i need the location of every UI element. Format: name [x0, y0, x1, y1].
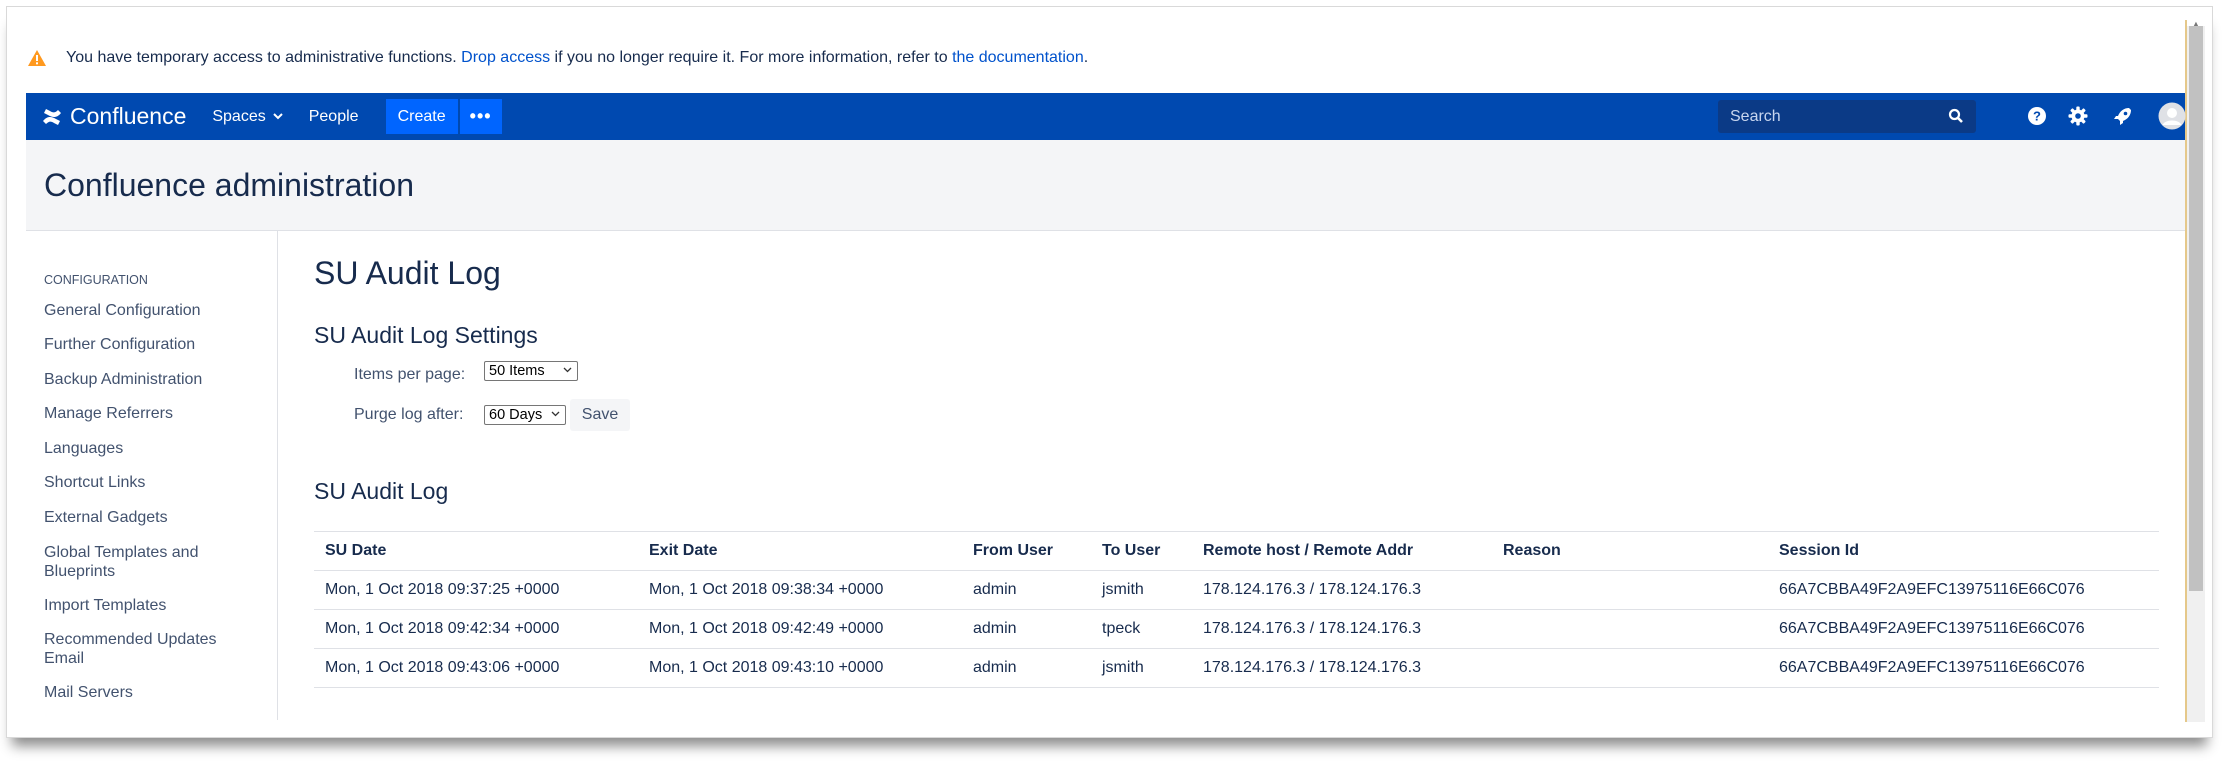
session-id-cell: 66A7CBBA49F2A9EFC13975116E66C076: [1779, 659, 2085, 676]
purge-log-select[interactable]: 60 Days: [484, 405, 566, 425]
sidebar-item-manage-referrers[interactable]: Manage Referrers: [44, 404, 264, 423]
from-user-cell: admin: [973, 620, 1017, 637]
table-row: Mon, 1 Oct 2018 09:43:06 +0000 Mon, 1 Oc…: [314, 649, 2159, 688]
audit-log-section-title: SU Audit Log: [314, 478, 449, 504]
su-audit-log-table: SU Date Exit Date From User To User Remo…: [314, 531, 2159, 688]
to-user-cell: jsmith: [1102, 659, 1144, 676]
table-row: Mon, 1 Oct 2018 09:42:34 +0000 Mon, 1 Oc…: [314, 610, 2159, 649]
purge-log-value: 60 Days: [489, 407, 543, 423]
warning-icon: [26, 48, 48, 68]
search-input[interactable]: [1718, 106, 1942, 127]
sidebar-item-global-templates[interactable]: Global Templates and Blueprints: [44, 543, 219, 581]
sidebar-item-mail-servers[interactable]: Mail Servers: [44, 683, 264, 702]
sidebar-item-external-gadgets[interactable]: External Gadgets: [44, 508, 264, 527]
settings-gear-icon[interactable]: [2067, 105, 2089, 132]
remote-cell: 178.124.176.3 / 178.124.176.3: [1203, 659, 1421, 676]
exit-date-cell: Mon, 1 Oct 2018 09:43:10 +0000: [649, 659, 884, 676]
column-header-from-user[interactable]: From User: [973, 532, 1053, 570]
banner-text: You have temporary access to administrat…: [66, 49, 457, 66]
help-icon[interactable]: ?: [2026, 105, 2048, 132]
sidebar-item-languages[interactable]: Languages: [44, 439, 264, 458]
admin-title: Confluence administration: [44, 167, 414, 203]
sidebar-item-general-configuration[interactable]: General Configuration: [44, 301, 264, 320]
exit-date-cell: Mon, 1 Oct 2018 09:38:34 +0000: [649, 581, 884, 598]
sidebar-item-backup-administration[interactable]: Backup Administration: [44, 370, 264, 389]
page-title: SU Audit Log: [314, 255, 501, 291]
confluence-logo[interactable]: Confluence: [42, 103, 186, 130]
save-button[interactable]: Save: [570, 399, 630, 431]
remote-cell: 178.124.176.3 / 178.124.176.3: [1203, 581, 1421, 598]
brand-name: Confluence: [70, 103, 187, 129]
remote-cell: 178.124.176.3 / 178.124.176.3: [1203, 620, 1421, 637]
sidebar-item-shortcut-links[interactable]: Shortcut Links: [44, 473, 264, 492]
create-button[interactable]: Create: [385, 99, 458, 134]
chevron-down-icon: [551, 409, 560, 420]
purge-log-label: Purge log after:: [354, 406, 464, 423]
from-user-cell: admin: [973, 581, 1017, 598]
top-navigation-bar: Confluence Spaces People Create ••• ?: [26, 93, 2186, 140]
su-date-cell: Mon, 1 Oct 2018 09:37:25 +0000: [325, 581, 560, 598]
admin-header: Confluence administration: [26, 140, 2185, 231]
items-per-page-value: 50 Items: [489, 363, 545, 379]
column-header-reason[interactable]: Reason: [1503, 532, 1561, 570]
items-per-page-label: Items per page:: [354, 366, 466, 383]
settings-section-title: SU Audit Log Settings: [314, 322, 538, 348]
exit-date-cell: Mon, 1 Oct 2018 09:42:49 +0000: [649, 620, 884, 637]
search-box[interactable]: [1718, 100, 1976, 133]
chevron-down-icon: [563, 365, 572, 376]
user-avatar[interactable]: [2158, 102, 2186, 135]
from-user-cell: admin: [973, 659, 1017, 676]
spaces-label: Spaces: [212, 107, 266, 125]
spaces-menu[interactable]: Spaces: [212, 107, 283, 126]
confluence-logo-icon: [43, 108, 61, 125]
people-link[interactable]: People: [309, 108, 359, 126]
sidebar-item-import-templates[interactable]: Import Templates: [44, 596, 264, 615]
notifications-rocket-icon[interactable]: [2112, 105, 2134, 132]
session-id-cell: 66A7CBBA49F2A9EFC13975116E66C076: [1779, 581, 2085, 598]
su-date-cell: Mon, 1 Oct 2018 09:42:34 +0000: [325, 620, 560, 637]
documentation-link[interactable]: the documentation: [952, 49, 1084, 67]
su-date-cell: Mon, 1 Oct 2018 09:43:06 +0000: [325, 659, 560, 676]
to-user-cell: tpeck: [1102, 620, 1141, 637]
session-id-cell: 66A7CBBA49F2A9EFC13975116E66C076: [1779, 620, 2085, 637]
more-actions-button[interactable]: •••: [459, 99, 502, 134]
admin-warning-banner: You have temporary access to administrat…: [26, 40, 1088, 76]
sidebar-item-further-configuration[interactable]: Further Configuration: [44, 335, 264, 354]
column-header-remote[interactable]: Remote host / Remote Addr: [1203, 532, 1413, 570]
banner-text-middle: if you no longer require it. For more in…: [554, 49, 948, 66]
sidebar-item-recommended-updates-email[interactable]: Recommended Updates Email: [44, 630, 229, 668]
items-per-page-select[interactable]: 50 Items: [484, 361, 578, 381]
scrollbar-thumb[interactable]: [2189, 26, 2203, 591]
table-row: Mon, 1 Oct 2018 09:37:25 +0000 Mon, 1 Oc…: [314, 571, 2159, 610]
column-header-exit-date[interactable]: Exit Date: [649, 532, 717, 570]
column-header-to-user[interactable]: To User: [1102, 532, 1160, 570]
banner-text-end: .: [1083, 49, 1089, 66]
column-header-su-date[interactable]: SU Date: [325, 532, 386, 570]
table-header-row: SU Date Exit Date From User To User Remo…: [314, 531, 2159, 571]
column-header-session-id[interactable]: Session Id: [1779, 532, 1859, 570]
chevron-down-icon: [273, 111, 283, 123]
svg-text:?: ?: [2033, 109, 2041, 124]
to-user-cell: jsmith: [1102, 581, 1144, 598]
admin-sidebar: CONFIGURATION General Configuration Furt…: [26, 231, 278, 720]
sidebar-heading-configuration: CONFIGURATION: [44, 273, 148, 287]
search-icon[interactable]: [1948, 108, 1964, 129]
drop-access-link[interactable]: Drop access: [461, 49, 550, 67]
